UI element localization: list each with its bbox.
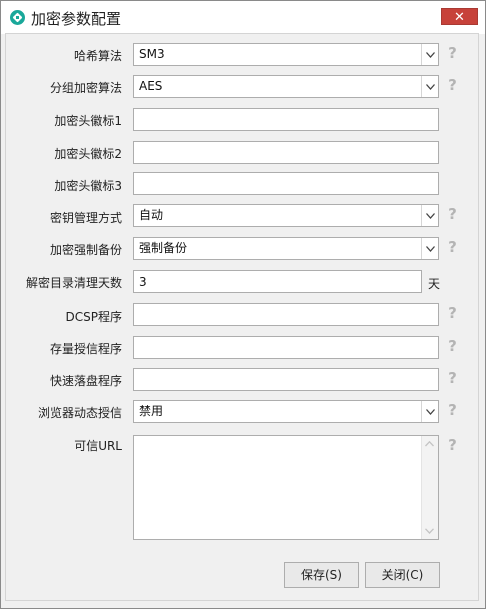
cleanup-days-label: 解密目录清理天数 — [25, 276, 122, 290]
block-cipher-value: AES — [139, 79, 163, 93]
key-management-label: 密钥管理方式 — [49, 211, 122, 225]
key-management-help-icon[interactable]: ? — [446, 205, 459, 223]
hash-algorithm-value: SM3 — [139, 47, 165, 61]
fast-flush-program-input[interactable] — [133, 368, 439, 391]
trusted-url-label: 可信URL — [74, 439, 122, 453]
forced-backup-help-icon[interactable]: ? — [446, 238, 459, 256]
trusted-url-textarea[interactable] — [133, 435, 439, 540]
forced-backup-select[interactable]: 强制备份 — [133, 237, 439, 260]
header-flag-2-label: 加密头徽标2 — [54, 147, 122, 161]
browser-dynamic-auth-value: 禁用 — [139, 404, 164, 418]
chevron-down-icon[interactable] — [421, 238, 438, 259]
scroll-up-icon[interactable] — [425, 441, 434, 447]
trusted-url-help-icon[interactable]: ? — [446, 436, 459, 454]
fast-flush-program-help-icon[interactable]: ? — [446, 369, 459, 387]
chevron-down-icon[interactable] — [421, 76, 438, 97]
cleanup-days-unit: 天 — [428, 277, 441, 291]
block-cipher-select[interactable]: AES — [133, 75, 439, 98]
browser-dynamic-auth-label: 浏览器动态授信 — [37, 406, 122, 420]
window-title: 加密参数配置 — [31, 10, 122, 28]
chevron-down-icon[interactable] — [421, 401, 438, 422]
chevron-down-icon[interactable] — [421, 44, 438, 65]
key-management-select[interactable]: 自动 — [133, 204, 439, 227]
trusted-url-scrollbar[interactable] — [421, 436, 438, 539]
title-bar: 加密参数配置 ✕ — [1, 1, 485, 34]
dcsp-program-label: DCSP程序 — [65, 310, 122, 324]
stock-auth-program-label: 存量授信程序 — [49, 342, 122, 356]
chevron-down-icon[interactable] — [421, 205, 438, 226]
header-flag-1-label: 加密头徽标1 — [54, 114, 122, 128]
header-flag-3-label: 加密头徽标3 — [54, 179, 122, 193]
browser-dynamic-auth-select[interactable]: 禁用 — [133, 400, 439, 423]
block-cipher-label: 分组加密算法 — [49, 81, 122, 95]
stock-auth-program-help-icon[interactable]: ? — [446, 337, 459, 355]
cleanup-days-input[interactable] — [133, 270, 422, 293]
app-shield-icon — [10, 10, 25, 25]
header-flag-2-input[interactable] — [133, 141, 439, 164]
close-button[interactable]: 关闭(C) — [365, 562, 440, 588]
key-management-value: 自动 — [139, 208, 164, 222]
hash-algorithm-select[interactable]: SM3 — [133, 43, 439, 66]
header-flag-3-input[interactable] — [133, 172, 439, 195]
stock-auth-program-input[interactable] — [133, 336, 439, 359]
hash-algorithm-help-icon[interactable]: ? — [446, 44, 459, 62]
fast-flush-program-label: 快速落盘程序 — [49, 374, 122, 388]
hash-algorithm-label: 哈希算法 — [73, 49, 122, 63]
header-flag-1-input[interactable] — [133, 108, 439, 131]
save-button[interactable]: 保存(S) — [284, 562, 359, 588]
forced-backup-value: 强制备份 — [139, 241, 188, 255]
forced-backup-label: 加密强制备份 — [49, 243, 122, 257]
block-cipher-help-icon[interactable]: ? — [446, 76, 459, 94]
dcsp-program-input[interactable] — [133, 303, 439, 326]
dcsp-program-help-icon[interactable]: ? — [446, 304, 459, 322]
browser-dynamic-auth-help-icon[interactable]: ? — [446, 401, 459, 419]
close-window-button[interactable]: ✕ — [441, 8, 478, 25]
scroll-down-icon[interactable] — [425, 528, 434, 534]
